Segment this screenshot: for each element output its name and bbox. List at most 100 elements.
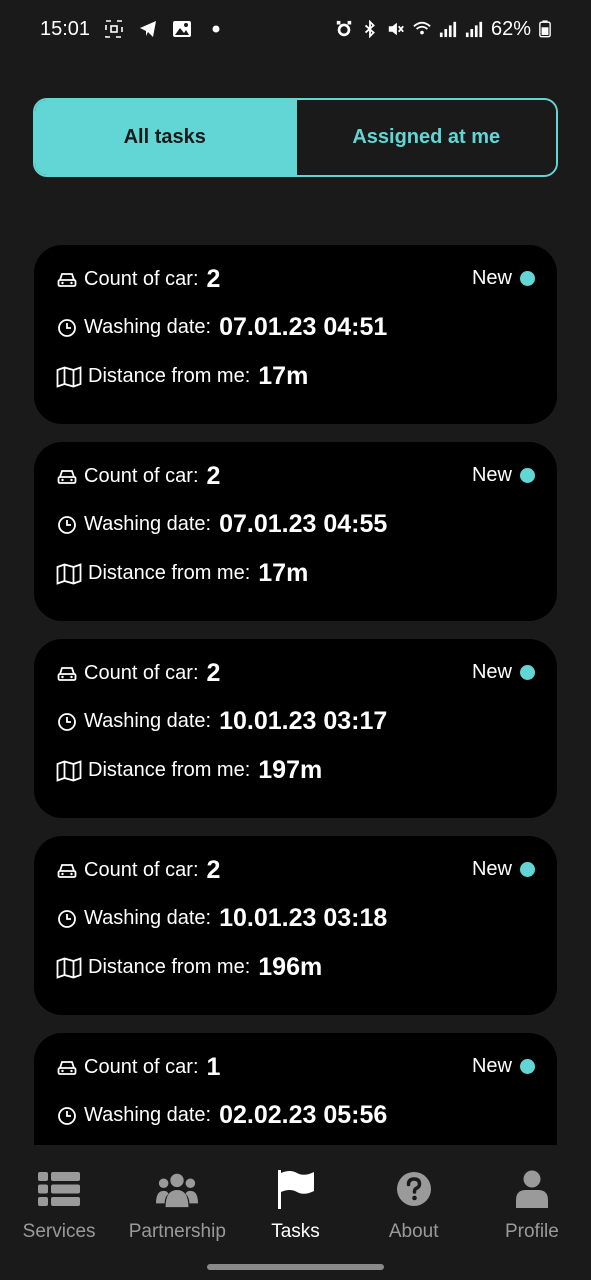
count-of-car-label: Count of car:	[84, 268, 199, 290]
distance-value: 17m	[258, 559, 309, 587]
distance-label: Distance from me:	[88, 956, 251, 978]
distance-row: Distance from me: 197m	[56, 756, 322, 785]
task-card[interactable]: Count of car: 2 Washing date: 10.01.23 0…	[34, 639, 557, 818]
battery-icon	[539, 20, 551, 38]
status-text: New	[471, 464, 512, 486]
count-of-car-value: 2	[206, 856, 221, 884]
status-left: 15:01	[40, 18, 226, 41]
bluetooth-icon	[364, 20, 375, 38]
nav-label: Partnership	[128, 1221, 226, 1242]
car-icon	[56, 860, 78, 882]
count-of-car-value: 1	[206, 1053, 221, 1081]
home-indicator[interactable]	[207, 1264, 384, 1270]
signal-icon	[439, 21, 457, 38]
map-icon	[56, 956, 82, 979]
list-icon	[38, 1169, 81, 1209]
status-dot	[520, 468, 535, 483]
distance-label: Distance from me:	[88, 562, 251, 584]
count-of-car-label: Count of car:	[84, 859, 199, 881]
task-card[interactable]: Count of car: 1 Washing date: 02.02.23 0…	[34, 1033, 557, 1145]
task-card[interactable]: Count of car: 2 Washing date: 10.01.23 0…	[34, 836, 557, 1015]
washing-date-row: Washing date: 02.02.23 05:56	[56, 1101, 387, 1130]
washing-date-row: Washing date: 07.01.23 04:51	[56, 313, 387, 342]
washing-date-value: 10.01.23 03:17	[219, 707, 388, 735]
task-filter-tabs: All tasks Assigned at me	[33, 98, 558, 177]
map-icon	[56, 365, 82, 388]
question-icon	[393, 1169, 435, 1209]
count-of-car-value: 2	[206, 265, 221, 293]
washing-date-label: Washing date:	[84, 1104, 212, 1126]
status-bar: 15:01 62%	[0, 0, 591, 58]
status-text: New	[471, 267, 512, 289]
task-card[interactable]: Count of car: 2 Washing date: 07.01.23 0…	[34, 245, 557, 424]
distance-value: 197m	[258, 756, 323, 784]
washing-date-row: Washing date: 10.01.23 03:17	[56, 707, 387, 736]
status-badge: New	[472, 661, 535, 684]
count-of-car-label: Count of car:	[84, 1056, 199, 1078]
nav-label: Services	[22, 1221, 96, 1242]
count-of-car-value: 2	[206, 462, 221, 490]
washing-date-label: Washing date:	[84, 513, 212, 535]
clock-icon	[56, 317, 78, 339]
washing-date-value: 07.01.23 04:51	[219, 313, 388, 341]
map-icon	[56, 759, 82, 782]
status-dot	[520, 1059, 535, 1074]
clock-icon	[56, 514, 78, 536]
distance-value: 196m	[258, 953, 323, 981]
car-icon	[56, 269, 78, 291]
count-of-car-row: Count of car: 1	[56, 1053, 220, 1082]
status-dot	[520, 665, 535, 680]
washing-date-label: Washing date:	[84, 907, 212, 929]
status-text: New	[471, 858, 512, 880]
bottom-nav: Services Partnership Tasks About Profile	[0, 1145, 591, 1268]
clock-icon	[56, 908, 78, 930]
telegram-icon	[140, 21, 157, 37]
status-badge: New	[472, 464, 535, 487]
count-of-car-row: Count of car: 2	[56, 659, 220, 688]
task-list[interactable]: Count of car: 2 Washing date: 07.01.23 0…	[0, 230, 591, 1145]
count-of-car-label: Count of car:	[84, 662, 199, 684]
washing-date-value: 02.02.23 05:56	[219, 1101, 388, 1129]
distance-label: Distance from me:	[88, 759, 251, 781]
nav-profile[interactable]: Profile	[473, 1145, 591, 1268]
status-text: New	[471, 661, 512, 683]
washing-date-label: Washing date:	[84, 316, 212, 338]
count-of-car-row: Count of car: 2	[56, 856, 220, 885]
count-of-car-row: Count of car: 2	[56, 462, 220, 491]
nav-services[interactable]: Services	[0, 1145, 118, 1268]
flag-icon	[275, 1169, 317, 1209]
clock-icon	[56, 711, 78, 733]
user-icon	[511, 1169, 553, 1209]
washing-date-row: Washing date: 10.01.23 03:18	[56, 904, 387, 933]
status-dot	[520, 271, 535, 286]
status-badge: New	[472, 267, 535, 290]
clock-icon	[56, 1105, 78, 1127]
status-time: 15:01	[40, 17, 91, 40]
nav-label: Profile	[504, 1221, 559, 1242]
car-icon	[56, 663, 78, 685]
distance-label: Distance from me:	[88, 365, 251, 387]
count-of-car-row: Count of car: 2	[56, 265, 220, 294]
battery-percent: 62%	[490, 17, 531, 40]
mute-icon	[388, 22, 404, 36]
status-right: 62%	[335, 18, 551, 41]
washing-date-value: 10.01.23 03:18	[219, 904, 388, 932]
washing-date-row: Washing date: 07.01.23 04:55	[56, 510, 387, 539]
alarm-icon	[336, 20, 352, 37]
nav-partnership[interactable]: Partnership	[118, 1145, 236, 1268]
task-card[interactable]: Count of car: 2 Washing date: 07.01.23 0…	[34, 442, 557, 621]
dot-icon	[212, 25, 220, 33]
car-icon	[56, 466, 78, 488]
tab-all-tasks[interactable]: All tasks	[35, 100, 295, 175]
gallery-icon	[173, 21, 192, 37]
nav-label: About	[388, 1221, 439, 1242]
nav-label: Tasks	[271, 1221, 320, 1242]
distance-row: Distance from me: 17m	[56, 559, 308, 588]
count-of-car-label: Count of car:	[84, 465, 199, 487]
nav-about[interactable]: About	[355, 1145, 473, 1268]
car-icon	[56, 1057, 78, 1079]
tab-assigned-at-me[interactable]: Assigned at me	[294, 100, 556, 175]
status-text: New	[471, 1055, 512, 1077]
nav-tasks[interactable]: Tasks	[236, 1145, 354, 1268]
status-dot	[520, 862, 535, 877]
